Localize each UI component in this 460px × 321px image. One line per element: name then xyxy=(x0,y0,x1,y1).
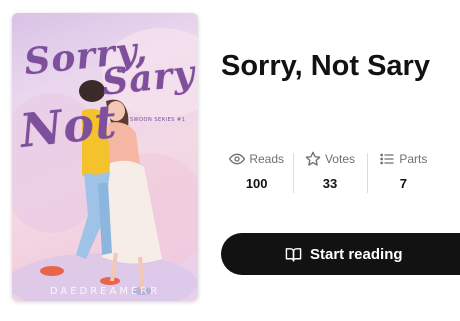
cover-series-label: SWOON SERIES #1 xyxy=(130,117,186,123)
stat-reads-value: 100 xyxy=(245,176,268,191)
stat-votes-label: Votes xyxy=(324,152,355,166)
book-title: Sorry, Not Sary xyxy=(221,50,430,82)
stat-parts: Parts 7 xyxy=(366,150,440,195)
start-reading-button[interactable]: Start reading xyxy=(221,233,460,275)
book-open-icon xyxy=(285,247,302,262)
stat-reads-label: Reads xyxy=(249,152,284,166)
start-reading-label: Start reading xyxy=(310,245,403,263)
book-stats: Reads 100 Votes 33 Parts 7 xyxy=(220,150,440,195)
stat-parts-value: 7 xyxy=(399,176,407,191)
list-icon xyxy=(380,153,394,165)
stat-votes-value: 33 xyxy=(322,176,338,191)
stat-parts-label: Parts xyxy=(399,152,428,166)
cover-title-line3: Not xyxy=(17,94,120,158)
star-icon xyxy=(305,151,321,166)
stat-reads: Reads 100 xyxy=(220,150,293,195)
book-cover[interactable]: Sorry, Sary Not SWOON SERIES #1 DAEDREAM… xyxy=(12,13,198,301)
stat-votes: Votes 33 xyxy=(293,150,366,195)
eye-icon xyxy=(229,153,246,165)
cover-author: DAEDREAMERR xyxy=(49,286,161,297)
